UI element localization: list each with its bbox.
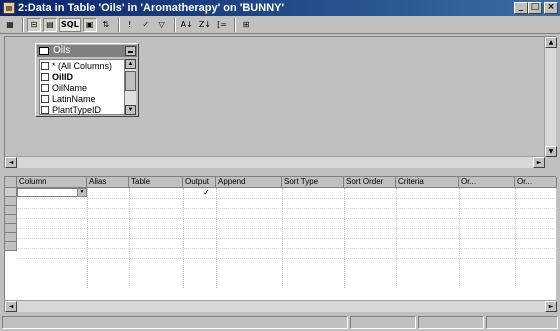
status-bar xyxy=(0,314,560,331)
grid-header: Column Alias Table Output Append Sort Ty… xyxy=(5,177,557,188)
close-button[interactable]: × xyxy=(544,2,558,14)
output-checkbox[interactable]: ✓ xyxy=(203,188,210,197)
minimize-button[interactable]: _ xyxy=(514,2,528,14)
scroll-up-arrow-icon[interactable]: ▲ xyxy=(125,59,136,69)
window-title: 2:Data in Table 'Oils' in 'Aromatherapy'… xyxy=(18,2,285,14)
table-window-title-bar[interactable]: Oils xyxy=(37,45,137,57)
scroll-up-arrow-icon[interactable]: ▲ xyxy=(545,37,557,48)
query-toolbar: ▦ ⊟ ▤ SQL ▣ ⇅ ! ✓ ▽ A↓ Z↓ [= ⊞ xyxy=(0,16,560,34)
scroll-left-arrow-icon[interactable]: ◄ xyxy=(5,301,17,312)
row-selector[interactable] xyxy=(5,242,17,251)
toolbar-separator xyxy=(22,17,24,32)
field-list-scrollbar[interactable]: ▲ ▼ xyxy=(125,59,136,115)
field-label: LatinName xyxy=(52,93,96,104)
row-selector[interactable] xyxy=(5,215,17,224)
row-selector[interactable] xyxy=(5,197,17,206)
column-header[interactable]: Sort Order xyxy=(344,177,396,188)
column-header[interactable]: Sort Type xyxy=(282,177,344,188)
table-window-title: Oils xyxy=(53,45,71,56)
grid-pane[interactable]: Column Alias Table Output Append Sort Ty… xyxy=(4,176,557,312)
table-icon xyxy=(39,47,49,55)
remove-filter-icon[interactable]: ▽ xyxy=(155,18,169,32)
field-checkbox[interactable] xyxy=(41,94,49,103)
table-window-minimize-button[interactable] xyxy=(125,46,136,56)
status-panel xyxy=(486,316,558,329)
app-icon[interactable] xyxy=(3,2,15,14)
grid-row-line xyxy=(17,248,557,249)
status-panel xyxy=(350,316,416,329)
column-header[interactable]: Or... xyxy=(459,177,515,188)
field-label: PlantTypeID xyxy=(52,104,102,115)
diagram-horizontal-scrollbar[interactable]: ◄ ► xyxy=(5,156,545,168)
column-header[interactable]: Column xyxy=(17,177,87,188)
title-bar: 2:Data in Table 'Oils' in 'Aromatherapy'… xyxy=(0,0,560,16)
column-header[interactable]: Output xyxy=(183,177,216,188)
properties-icon[interactable]: ▦ xyxy=(3,18,17,32)
add-table-icon[interactable]: ⊞ xyxy=(239,18,253,32)
field-row[interactable]: OilName xyxy=(40,82,124,93)
field-checkbox[interactable] xyxy=(41,105,49,114)
row-selector[interactable] xyxy=(5,188,17,197)
column-header[interactable]: Table xyxy=(129,177,183,188)
column-dropdown[interactable]: ▼ xyxy=(17,188,87,197)
field-row[interactable]: PlantTypeID xyxy=(40,104,124,115)
grid-corner xyxy=(5,177,17,188)
grid-row-line xyxy=(17,228,557,229)
scroll-right-arrow-icon[interactable]: ► xyxy=(545,301,557,312)
field-label: * (All Columns) xyxy=(52,60,113,71)
table-window-oils[interactable]: Oils * (All Columns) OilID OilName Latin… xyxy=(35,43,139,117)
grid-pane-icon[interactable]: ▤ xyxy=(43,17,57,32)
change-type-icon[interactable]: ⇅ xyxy=(99,18,113,32)
chevron-down-icon[interactable]: ▼ xyxy=(77,189,86,196)
field-list: * (All Columns) OilID OilName LatinName … xyxy=(39,59,125,115)
scroll-thumb[interactable] xyxy=(125,71,136,91)
column-header[interactable]: Append xyxy=(216,177,282,188)
grid-row-line xyxy=(17,218,557,219)
column-header[interactable]: Criteria xyxy=(396,177,459,188)
toolbar-separator xyxy=(234,17,237,32)
grid-body[interactable]: ▼ ✓ xyxy=(17,188,557,288)
toolbar-separator xyxy=(117,17,120,32)
grid-row-line xyxy=(17,238,557,239)
results-pane-icon[interactable]: ▣ xyxy=(82,17,97,32)
scroll-left-arrow-icon[interactable]: ◄ xyxy=(5,157,17,168)
grid-row-line xyxy=(17,258,557,259)
diagram-pane-icon[interactable]: ⊟ xyxy=(27,17,41,32)
row-selector[interactable] xyxy=(5,233,17,242)
sql-pane-button[interactable]: SQL xyxy=(59,17,81,32)
field-checkbox[interactable] xyxy=(41,61,49,70)
grid-row-line xyxy=(17,208,557,209)
row-selector[interactable] xyxy=(5,206,17,215)
status-panel xyxy=(418,316,484,329)
maximize-button[interactable]: □ xyxy=(528,2,542,14)
field-checkbox[interactable] xyxy=(41,72,49,81)
scroll-down-arrow-icon[interactable]: ▼ xyxy=(125,105,136,115)
grid-row-line xyxy=(17,198,557,199)
scroll-right-arrow-icon[interactable]: ► xyxy=(533,157,545,168)
diagram-pane[interactable]: Oils * (All Columns) OilID OilName Latin… xyxy=(4,36,557,168)
field-row[interactable]: * (All Columns) xyxy=(40,60,124,71)
toolbar-separator xyxy=(173,17,176,32)
field-label: OilID xyxy=(52,71,74,82)
sort-descending-icon[interactable]: Z↓ xyxy=(197,18,213,32)
field-label: OilName xyxy=(52,82,88,93)
column-header[interactable]: Alias xyxy=(87,177,129,188)
verify-sql-icon[interactable]: ✓ xyxy=(139,18,153,32)
field-row[interactable]: LatinName xyxy=(40,93,124,104)
row-selector[interactable] xyxy=(5,224,17,233)
field-checkbox[interactable] xyxy=(41,83,49,92)
sort-ascending-icon[interactable]: A↓ xyxy=(179,18,195,32)
diagram-vertical-scrollbar[interactable]: ▲ ▼ xyxy=(544,37,557,157)
status-panel xyxy=(2,316,348,329)
field-row[interactable]: OilID xyxy=(40,71,124,82)
row-selectors xyxy=(5,188,17,251)
group-by-icon[interactable]: [= xyxy=(215,18,229,32)
scroll-down-arrow-icon[interactable]: ▼ xyxy=(545,146,557,157)
run-icon[interactable]: ! xyxy=(123,18,137,32)
grid-horizontal-scrollbar[interactable]: ◄ ► xyxy=(5,300,557,312)
column-header[interactable]: Or... xyxy=(515,177,557,188)
